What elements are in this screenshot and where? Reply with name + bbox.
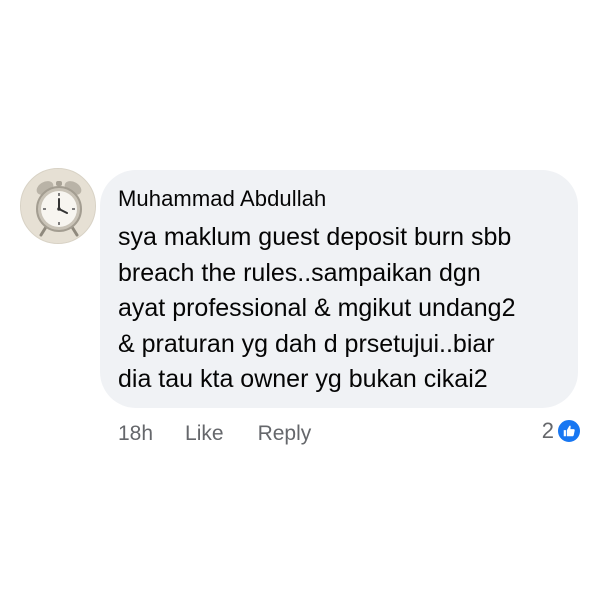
comment-author[interactable]: Muhammad Abdullah (118, 184, 556, 214)
alarm-clock-icon (21, 169, 95, 243)
reaction-count: 2 (541, 418, 554, 443)
comment-actions: 18h Like Reply (118, 422, 311, 446)
thumbs-up-icon (556, 418, 582, 444)
like-button[interactable]: Like (185, 422, 224, 446)
avatar[interactable] (20, 168, 96, 244)
comment-text: sya maklum guest deposit burn sbb breach… (118, 223, 516, 393)
comment-view: Muhammad Abdullah sya maklum guest depos… (0, 0, 600, 600)
reaction-summary[interactable]: 2 (542, 418, 582, 444)
comment-timestamp[interactable]: 18h (118, 422, 153, 446)
comment-bubble: Muhammad Abdullah sya maklum guest depos… (100, 170, 578, 408)
reply-button[interactable]: Reply (258, 422, 312, 446)
